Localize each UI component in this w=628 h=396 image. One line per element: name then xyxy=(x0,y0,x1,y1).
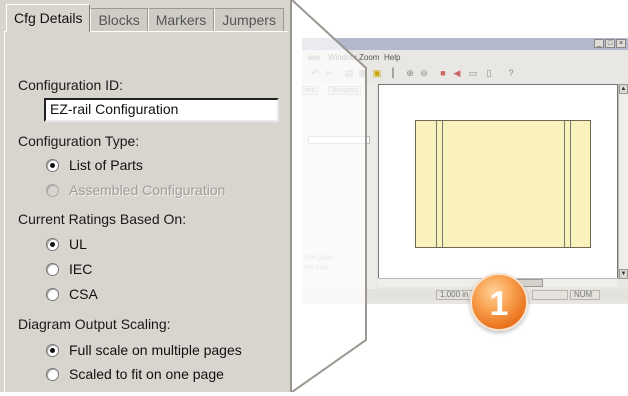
diagram-line xyxy=(570,121,571,247)
radio-label: Scaled to fit on one page xyxy=(69,366,224,382)
scroll-down-icon[interactable]: ▼ xyxy=(619,269,628,279)
window-title-bar: _ □ × xyxy=(302,38,628,50)
print-icon[interactable]: ▭ xyxy=(468,68,478,78)
config-details-panel: Cfg Details Blocks Markers Jumpers Confi… xyxy=(0,0,292,396)
menu-window[interactable]: Window xyxy=(328,53,356,62)
step-number-badge: 1 xyxy=(470,273,528,331)
tab-strip: Cfg Details Blocks Markers Jumpers xyxy=(6,4,284,32)
diagram-line xyxy=(436,121,437,247)
mini-config-field[interactable] xyxy=(308,136,370,144)
mini-tab-jumpers[interactable]: Jumpers xyxy=(328,86,361,95)
radio-unselected-icon[interactable] xyxy=(46,262,59,276)
undo-icon[interactable]: ↶ xyxy=(310,68,320,78)
status-bar: 1.000 in NUM xyxy=(302,289,628,301)
maximize-button[interactable]: □ xyxy=(605,39,615,48)
sound-icon[interactable]: ◀ xyxy=(452,68,462,78)
mini-text-one-page: one page xyxy=(304,265,330,271)
vertical-scrollbar[interactable]: ▲ ▼ xyxy=(618,84,628,279)
menu-help[interactable]: Help xyxy=(384,53,400,62)
radio-selected-icon[interactable] xyxy=(46,343,59,357)
page-icon[interactable]: ▤ xyxy=(344,68,354,78)
diagram-line xyxy=(442,121,443,247)
radio-assembled-configuration: Assembled Configuration xyxy=(46,181,225,199)
radio-label: Assembled Configuration xyxy=(69,182,226,198)
scaling-label: Diagram Output Scaling: xyxy=(18,316,171,332)
radio-list-of-parts[interactable]: List of Parts xyxy=(46,156,143,174)
print-preview-icon[interactable]: ▯ xyxy=(484,68,494,78)
menu-view[interactable]: iew xyxy=(308,53,320,62)
radio-selected-icon[interactable] xyxy=(46,237,59,251)
ratings-label: Current Ratings Based On: xyxy=(18,211,187,227)
menu-bar: iew Window Zoom Help xyxy=(302,51,628,65)
app-window: _ □ × iew Window Zoom Help ↶ ✂ ▤ ▦ ▣ ┃ ⊕… xyxy=(302,38,628,304)
radio-csa[interactable]: CSA xyxy=(46,285,98,303)
radio-label: List of Parts xyxy=(69,157,143,173)
config-id-input[interactable]: EZ-rail Configuration xyxy=(44,98,279,122)
radio-full-scale[interactable]: Full scale on multiple pages xyxy=(46,341,242,359)
tab-jumpers[interactable]: Jumpers xyxy=(214,8,284,32)
minimize-button[interactable]: _ xyxy=(594,39,604,48)
separator-icon: ┃ xyxy=(390,68,396,78)
status-blank xyxy=(532,290,568,300)
close-button[interactable]: × xyxy=(616,39,626,48)
zoom-in-icon[interactable]: ⊕ xyxy=(405,68,415,78)
radio-label: IEC xyxy=(69,261,93,277)
open-folder-icon[interactable]: ▣ xyxy=(372,68,382,78)
menu-zoom[interactable]: Zoom xyxy=(359,53,379,62)
cut-icon[interactable]: ✂ xyxy=(324,68,334,78)
config-id-label: Configuration ID: xyxy=(18,77,124,93)
radio-label: Full scale on multiple pages xyxy=(69,342,242,358)
mini-text-multiple: ltiple pages xyxy=(304,255,335,261)
tab-cfg-details[interactable]: Cfg Details xyxy=(6,4,91,32)
save-icon[interactable]: ▦ xyxy=(358,68,368,78)
radio-disabled-icon xyxy=(46,183,59,197)
radio-scaled-to-fit[interactable]: Scaled to fit on one page xyxy=(46,365,224,383)
radio-label: CSA xyxy=(69,286,98,302)
tab-markers[interactable]: Markers xyxy=(147,8,215,32)
scroll-up-icon[interactable]: ▲ xyxy=(619,84,628,94)
radio-iec[interactable]: IEC xyxy=(46,260,92,278)
stop-icon[interactable]: ■ xyxy=(438,68,448,78)
rail-diagram xyxy=(415,120,591,248)
radio-selected-icon[interactable] xyxy=(46,158,59,172)
drawing-canvas[interactable] xyxy=(378,84,618,279)
left-pane: ers Jumpers ltiple pages one page xyxy=(302,83,376,289)
radio-ul[interactable]: UL xyxy=(46,235,87,253)
help-icon[interactable]: ? xyxy=(506,68,516,78)
radio-label: UL xyxy=(69,236,87,252)
zoom-out-icon[interactable]: ⊖ xyxy=(419,68,429,78)
radio-unselected-icon[interactable] xyxy=(46,367,59,381)
status-num: NUM xyxy=(570,290,600,300)
tab-blocks[interactable]: Blocks xyxy=(90,8,148,32)
diagram-line xyxy=(564,121,565,247)
radio-unselected-icon[interactable] xyxy=(46,287,59,301)
config-type-label: Configuration Type: xyxy=(18,133,140,149)
mini-tab-markers[interactable]: ers xyxy=(302,86,318,95)
toolbar: ↶ ✂ ▤ ▦ ▣ ┃ ⊕ ⊖ ■ ◀ ▭ ▯ ? xyxy=(302,66,628,82)
